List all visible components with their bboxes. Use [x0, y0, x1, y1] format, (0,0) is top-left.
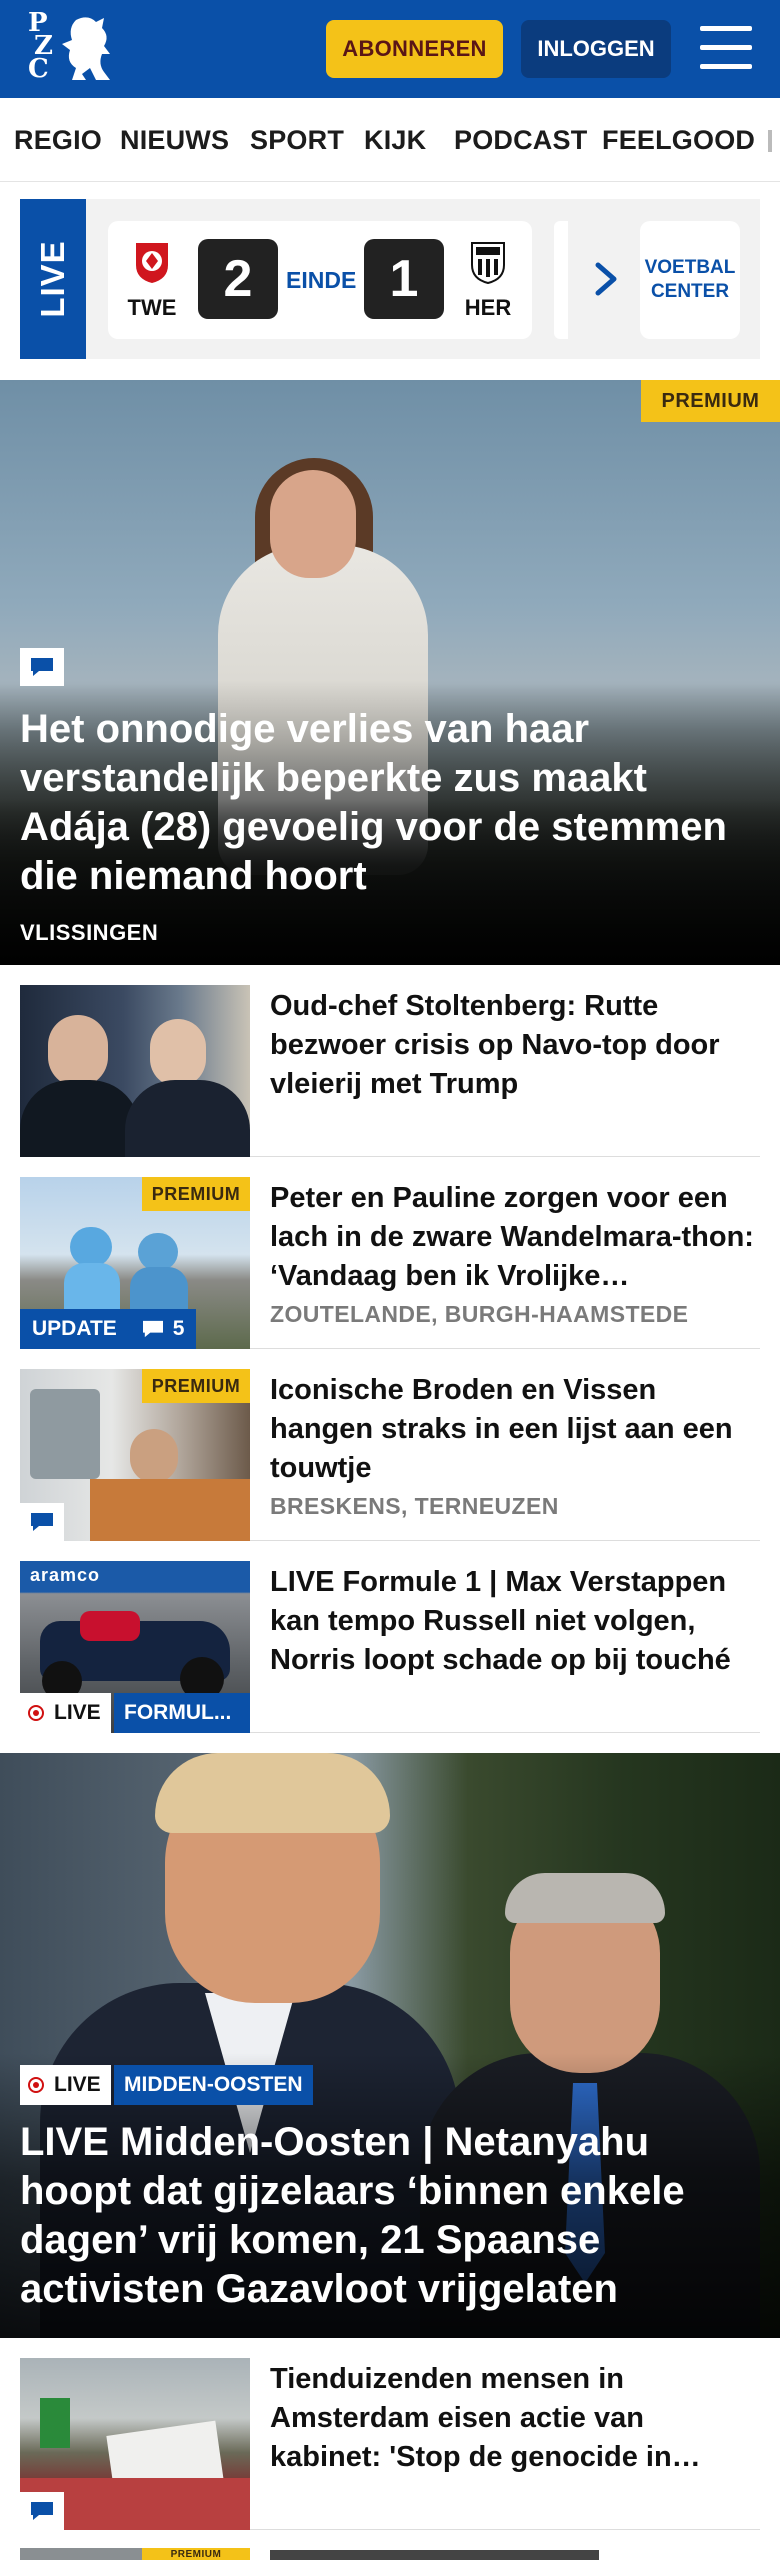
article-thumbnail [20, 2358, 250, 2530]
twente-crest-icon [136, 243, 168, 283]
article-title[interactable]: LIVE Formule 1 | Max Verstappen kan temp… [270, 1563, 760, 1680]
away-score: 1 [364, 239, 444, 319]
nav-item-nieuws[interactable]: NIEUWS [120, 125, 229, 156]
heracles-crest-icon [471, 242, 505, 285]
live-score-widget: LIVE TWE 2 EINDE 1 HER VOETBAL CENTER [20, 199, 760, 359]
photo-hair-left [155, 1753, 390, 1833]
home-score: 2 [198, 239, 278, 319]
comment-count: 5 [128, 1309, 197, 1349]
hero-article[interactable]: PREMIUM Het onnodige verlies van haar ve… [0, 380, 780, 965]
hero-photo-face [270, 470, 356, 578]
nav-item-sport[interactable]: SPORT [250, 125, 344, 156]
live-dot-icon [28, 2077, 44, 2093]
comment-icon [20, 1503, 64, 1541]
premium-badge: PREMIUM [142, 1369, 250, 1403]
article-location: ZOUTELANDE, BURGH-HAAMSTEDE [270, 1301, 689, 1327]
lion-icon [62, 17, 110, 80]
list-item[interactable]: PREMIUM Iconische Broden en Vissen hange… [20, 1369, 760, 1541]
article-thumbnail[interactable]: PREMIUM [20, 2548, 250, 2560]
live-dot-icon [28, 1705, 44, 1721]
pzc-logo[interactable]: P Z C [28, 8, 114, 86]
category-badge: MIDDEN-OOSTEN [114, 2065, 313, 2105]
featured-article[interactable]: LIVE MIDDEN-OOSTEN LIVE Midden-Oosten | … [0, 1753, 780, 2338]
comment-icon [20, 648, 64, 686]
nav-overflow-hint [768, 130, 772, 152]
nav-item-kijk[interactable]: KIJK [364, 125, 426, 156]
home-team-name: TWE [127, 295, 177, 320]
list-item[interactable]: Tienduizenden mensen in Amsterdam eisen … [20, 2358, 760, 2530]
article-title[interactable]: Tienduizenden mensen in Amsterdam eisen … [270, 2360, 760, 2477]
match-card[interactable]: TWE 2 EINDE 1 HER [108, 221, 532, 339]
article-thumbnail: PREMIUM UPDATE 5 [20, 1177, 250, 1349]
banner-text: aramco [30, 1565, 101, 1585]
home-team: TWE [122, 239, 182, 320]
logo-letters: P Z C [28, 8, 53, 84]
next-match-card[interactable] [554, 221, 568, 339]
hero-location: VLISSINGEN [20, 920, 159, 945]
live-label: LIVE [20, 199, 86, 359]
hero-title[interactable]: Het onnodige verlies van haar verstandel… [20, 705, 760, 901]
photo-hair-right [505, 1873, 665, 1923]
article-thumbnail: PREMIUM [20, 1369, 250, 1541]
article-thumbnail: aramco LIVE FORMUL... [20, 1561, 250, 1733]
section-nav: REGIO NIEUWS SPORT KIJK PODCAST FEELGOOD [0, 98, 780, 182]
subscribe-button[interactable]: ABONNEREN [326, 20, 503, 78]
list-item[interactable]: PREMIUM UPDATE 5 Peter en Pauline zorgen… [20, 1177, 760, 1349]
category-badge: FORMUL... [114, 1693, 250, 1733]
article-title[interactable]: Oud-chef Stoltenberg: Rutte bezwoer cris… [270, 987, 760, 1104]
comment-icon [142, 1320, 163, 1338]
site-header: P Z C ABONNEREN INLOGGEN [0, 0, 780, 98]
nav-item-feelgood[interactable]: FEELGOOD [602, 125, 755, 156]
comment-icon [20, 2492, 64, 2530]
nav-item-podcast[interactable]: PODCAST [454, 125, 587, 156]
featured-title[interactable]: LIVE Midden-Oosten | Netanyahu hoopt dat… [20, 2118, 760, 2314]
away-team: HER [458, 239, 518, 320]
article-thumbnail [20, 985, 250, 1157]
live-badge: LIVE [20, 1693, 111, 1733]
nav-item-regio[interactable]: REGIO [14, 125, 102, 156]
away-team-name: HER [464, 295, 512, 320]
live-badge: LIVE [20, 2065, 111, 2105]
premium-badge: PREMIUM [142, 2548, 250, 2560]
article-title-cutoff[interactable] [270, 2550, 740, 2560]
voetbal-center-link[interactable]: VOETBAL CENTER [640, 221, 740, 339]
list-item[interactable]: Oud-chef Stoltenberg: Rutte bezwoer cris… [20, 985, 760, 1157]
premium-badge: PREMIUM [142, 1177, 250, 1211]
chevron-right-icon[interactable] [592, 261, 620, 297]
update-badge: UPDATE 5 [20, 1309, 197, 1349]
premium-badge: PREMIUM [641, 380, 780, 422]
menu-icon[interactable] [700, 24, 752, 72]
list-item[interactable]: aramco LIVE FORMUL... LIVE Formule 1 | M… [20, 1561, 760, 1733]
match-status: EINDE [286, 267, 357, 293]
article-location: BRESKENS, TERNEUZEN [270, 1493, 559, 1519]
article-title[interactable]: Iconische Broden en Vissen hangen straks… [270, 1371, 760, 1488]
article-title[interactable]: Peter en Pauline zorgen voor een lach in… [270, 1179, 760, 1296]
login-button[interactable]: INLOGGEN [521, 20, 671, 78]
